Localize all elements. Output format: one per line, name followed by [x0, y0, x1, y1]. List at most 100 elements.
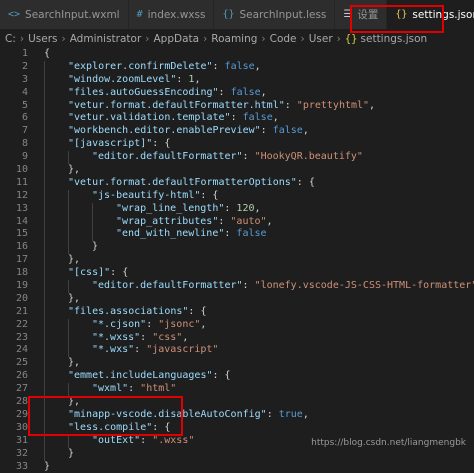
breadcrumb-item[interactable]: User: [309, 33, 333, 45]
code-editor[interactable]: 1{2"explorer.confirmDelete": false,3"win…: [0, 48, 474, 454]
indent-guide: [44, 357, 45, 370]
chevron-right-icon: ›: [20, 33, 24, 45]
code-token: },: [68, 396, 80, 407]
code-token: "minapp-vscode.disableAutoConfig": [68, 409, 267, 420]
breadcrumb-item[interactable]: Administrator: [70, 33, 142, 45]
code-content: },: [28, 396, 80, 409]
code-content: "end_with_newline": false: [28, 228, 267, 241]
code-content: }: [28, 461, 50, 473]
line-number: 23: [0, 332, 28, 345]
code-token: : {: [297, 177, 315, 188]
breadcrumb-item[interactable]: Roaming: [211, 33, 257, 45]
code-line: 5"vetur.format.defaultFormatter.html": "…: [0, 100, 474, 113]
indent-guide: [44, 448, 45, 461]
code-token: :: [140, 332, 152, 343]
code-token: },: [68, 164, 80, 175]
tab-searchinput-less[interactable]: {} SearchInput.less: [214, 0, 335, 29]
code-line: 18"[css]": {: [0, 267, 474, 280]
code-line: 9"editor.defaultFormatter": "HookyQR.bea…: [0, 151, 474, 164]
line-number: 19: [0, 280, 28, 293]
indent-guide: [92, 228, 93, 241]
code-content: "[css]": {: [28, 267, 128, 280]
indent-guide: [92, 203, 93, 216]
tab-bar: <> SearchInput.wxml # index.wxss {} Sear…: [0, 0, 474, 30]
code-token: ,: [267, 216, 273, 227]
code-token: "emmet.includeLanguages": [68, 370, 213, 381]
code-token: "*.wxss": [92, 332, 140, 343]
breadcrumb-item[interactable]: C:: [5, 33, 16, 45]
code-token: "HookyQR.beautify": [255, 151, 363, 162]
code-token: : {: [213, 370, 231, 381]
indent-guide: [44, 228, 45, 241]
code-token: "vetur.format.defaultFormatterOptions": [68, 177, 297, 188]
chevron-right-icon: ›: [261, 33, 265, 45]
tab-label: 设置: [357, 7, 378, 22]
code-token: ,: [261, 87, 267, 98]
indent-guide: [68, 344, 69, 357]
code-token: "workbench.editor.enablePreview": [68, 125, 261, 136]
code-line: 17},: [0, 254, 474, 267]
tab-searchinput-wxml[interactable]: <> SearchInput.wxml: [0, 0, 129, 29]
chevron-right-icon: ›: [61, 33, 65, 45]
breadcrumb-item[interactable]: settings.json: [361, 33, 428, 45]
breadcrumb-item[interactable]: AppData: [153, 33, 199, 45]
line-number: 12: [0, 190, 28, 203]
code-line: 13"wrap_line_length": 120,: [0, 203, 474, 216]
code-token: :: [267, 409, 279, 420]
line-number: 1: [0, 48, 28, 61]
code-token: "files.autoGuessEncoding": [68, 87, 219, 98]
code-line: 30"less.compile": {: [0, 422, 474, 435]
code-token: "editor.defaultFormatter": [92, 280, 243, 291]
line-number: 10: [0, 164, 28, 177]
code-content: "minapp-vscode.disableAutoConfig": true,: [28, 409, 309, 422]
braces-icon: {}: [395, 9, 407, 20]
code-line: 7"workbench.editor.enablePreview": false…: [0, 125, 474, 138]
code-token: "wrap_line_length": [116, 203, 224, 214]
code-line: 27"wxml": "html": [0, 383, 474, 396]
line-number: 24: [0, 344, 28, 357]
code-token: "jsonc": [158, 319, 200, 330]
code-token: :: [218, 216, 230, 227]
code-token: "html": [140, 383, 176, 394]
indent-guide: [68, 319, 69, 332]
code-token: "outExt": [92, 435, 140, 446]
line-number: 8: [0, 138, 28, 151]
indent-guide: [44, 61, 45, 74]
code-token: false: [236, 228, 266, 239]
code-token: "[javascript]": [68, 138, 152, 149]
code-token: "less.compile": [68, 422, 152, 433]
line-number: 26: [0, 370, 28, 383]
code-token: },: [68, 293, 80, 304]
code-line: 3"window.zoomLevel": 1,: [0, 74, 474, 87]
code-token: :: [224, 228, 236, 239]
file-code-icon: <>: [8, 9, 20, 20]
indent-guide: [44, 409, 45, 422]
tab-settings-ui[interactable]: ☰ 设置: [335, 0, 387, 29]
code-token: "explorer.confirmDelete": [68, 61, 213, 72]
code-content: "wrap_line_length": 120,: [28, 203, 261, 216]
line-number: 33: [0, 461, 28, 473]
indent-guide: [44, 344, 45, 357]
code-token: "editor.defaultFormatter": [92, 151, 243, 162]
line-number: 29: [0, 409, 28, 422]
code-token: ,: [200, 319, 206, 330]
line-number: 18: [0, 267, 28, 280]
code-content: "explorer.confirmDelete": false,: [28, 61, 261, 74]
code-line: 4"files.autoGuessEncoding": false,: [0, 87, 474, 100]
code-token: : {: [200, 190, 218, 201]
line-number: 30: [0, 422, 28, 435]
indent-guide: [68, 151, 69, 164]
tab-index-wxss[interactable]: # index.wxss: [129, 0, 215, 29]
code-token: :: [219, 87, 231, 98]
breadcrumb-item[interactable]: Code: [270, 33, 297, 45]
code-token: "[css]": [68, 267, 110, 278]
code-content: },: [28, 357, 80, 370]
code-token: "end_with_newline": [116, 228, 224, 239]
breadcrumb-item[interactable]: Users: [28, 33, 57, 45]
hash-icon: #: [137, 9, 143, 20]
code-token: ,: [254, 203, 260, 214]
code-token: "javascript": [146, 344, 218, 355]
tab-settings-json[interactable]: {} settings.json ×: [387, 0, 474, 29]
line-number: 2: [0, 61, 28, 74]
indent-guide: [44, 87, 45, 100]
